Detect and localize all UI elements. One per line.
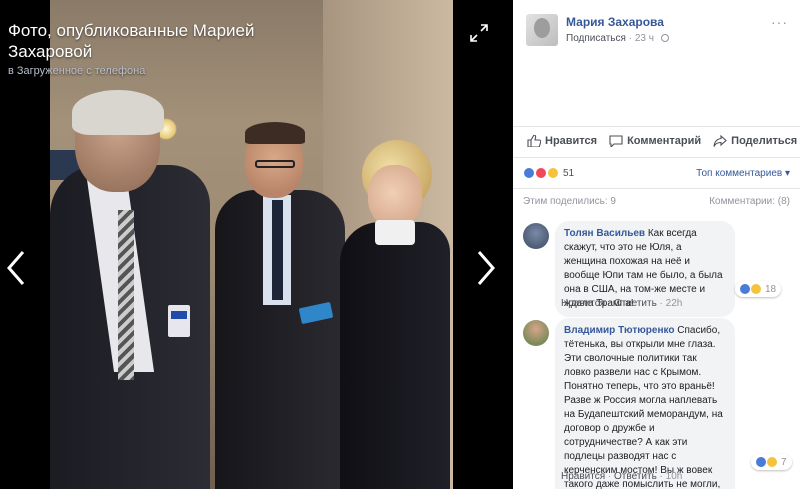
comment-text: Спасибо, тётенька, вы открыли мне глаза.… (564, 325, 723, 489)
haha-reaction-icon (767, 457, 777, 467)
comment-actions: Нравится · Ответить · 22h (561, 298, 683, 309)
post-actions: Нравится Комментарий Поделиться (513, 130, 800, 152)
comments-count[interactable]: Комментарии: (8) (709, 196, 790, 207)
comment-icon (609, 135, 623, 147)
comment-time[interactable]: 22h (666, 298, 683, 309)
haha-reaction-icon[interactable] (547, 167, 559, 179)
expand-icon[interactable] (470, 24, 488, 42)
divider (513, 188, 800, 189)
post-header: Мария Захарова Подписаться · 23 ч ··· (513, 0, 800, 120)
glasses (255, 160, 295, 168)
comment-label: Комментарий (627, 135, 702, 147)
previous-photo-arrow-icon[interactable] (6, 250, 26, 286)
share-label: Поделиться (731, 135, 798, 147)
post-time[interactable]: 23 ч (635, 33, 654, 44)
commenter-avatar[interactable] (523, 320, 549, 346)
thumbs-up-icon (527, 135, 541, 147)
divider (513, 126, 800, 127)
man-center-hair (245, 122, 305, 144)
share-button[interactable]: Поделиться (713, 130, 797, 152)
author-name[interactable]: Мария Захарова (566, 15, 664, 29)
author-avatar[interactable] (526, 14, 558, 46)
viewer-title[interactable]: Фото, опубликованные Марией Захаровой (8, 20, 268, 62)
comment-actions: Нравится · Ответить · 10h (561, 471, 683, 482)
more-options-icon[interactable]: ··· (771, 14, 788, 30)
haha-reaction-icon (751, 284, 761, 294)
top-comments-dropdown[interactable]: Топ комментариев ▾ (696, 168, 790, 179)
photo-viewer: Фото, опубликованные Марией Захаровой в … (0, 0, 513, 489)
subscribe-link[interactable]: Подписаться (566, 33, 626, 44)
comment-text: Как всегда скажут, что это не Юля, а жен… (564, 228, 723, 309)
reaction-count[interactable]: 51 (563, 168, 574, 179)
comment-reactions[interactable]: 18 (735, 281, 782, 297)
comment-like-link[interactable]: Нравится (561, 298, 605, 309)
comment-like-link[interactable]: Нравится (561, 471, 605, 482)
post-panel: Мария Захарова Подписаться · 23 ч ··· Нр… (513, 0, 800, 489)
woman-collar (375, 220, 415, 245)
reactions-row: 51 Топ комментариев ▾ (513, 162, 800, 184)
comment-button[interactable]: Комментарий (609, 130, 701, 152)
divider (513, 157, 800, 158)
woman-head (368, 165, 422, 227)
comment-time[interactable]: 10h (666, 471, 683, 482)
comment-reactions[interactable]: 7 (751, 454, 792, 470)
shares-count[interactable]: Этим поделились: 9 (523, 196, 616, 207)
next-photo-arrow-icon[interactable] (476, 250, 496, 286)
globe-icon (660, 34, 669, 42)
like-label: Нравится (545, 135, 598, 147)
like-reaction-icon (740, 284, 750, 294)
comment-reply-link[interactable]: Ответить (614, 298, 657, 309)
like-button[interactable]: Нравится (527, 130, 597, 152)
commenter-avatar[interactable] (523, 223, 549, 249)
comment-bubble: Владимир Тютюренко Спасибо, тётенька, вы… (555, 318, 735, 489)
man-center-tie (272, 200, 283, 300)
like-reaction-icon[interactable] (523, 167, 535, 179)
comment-reply-link[interactable]: Ответить (614, 471, 657, 482)
share-icon (713, 135, 727, 147)
comment-reaction-count: 7 (781, 456, 787, 468)
commenter-name[interactable]: Владимир Тютюренко (564, 325, 674, 336)
comment-reaction-count: 18 (765, 283, 777, 295)
man-left-tie (118, 210, 134, 380)
commenter-name[interactable]: Толян Васильев (564, 228, 645, 239)
post-meta: Подписаться · 23 ч (566, 33, 669, 44)
like-reaction-icon (756, 457, 766, 467)
name-badge (168, 305, 190, 337)
man-left-hair (72, 90, 164, 135)
woman-body (340, 222, 450, 489)
viewer-album[interactable]: в Загруженное с телефона (8, 65, 145, 77)
love-reaction-icon[interactable] (535, 167, 547, 179)
